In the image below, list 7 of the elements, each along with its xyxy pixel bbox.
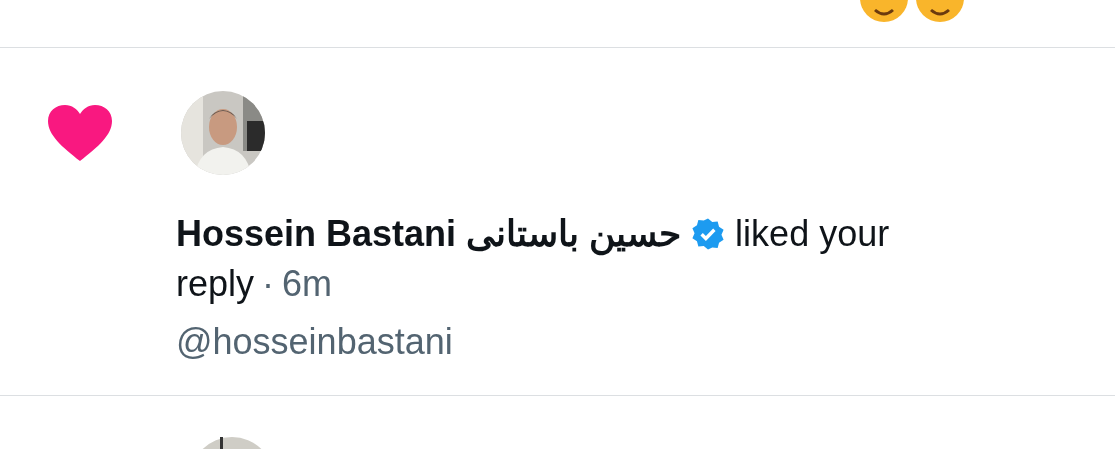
action-text: liked your xyxy=(735,213,890,254)
separator: · xyxy=(262,263,275,304)
action-text: reply xyxy=(176,263,255,304)
user-handle[interactable]: @hosseinbastani xyxy=(176,321,1115,363)
heart-icon xyxy=(48,105,112,161)
user-name[interactable]: Hossein Bastani حسین باستانی xyxy=(176,213,682,254)
timestamp[interactable]: 6m xyxy=(282,263,333,304)
